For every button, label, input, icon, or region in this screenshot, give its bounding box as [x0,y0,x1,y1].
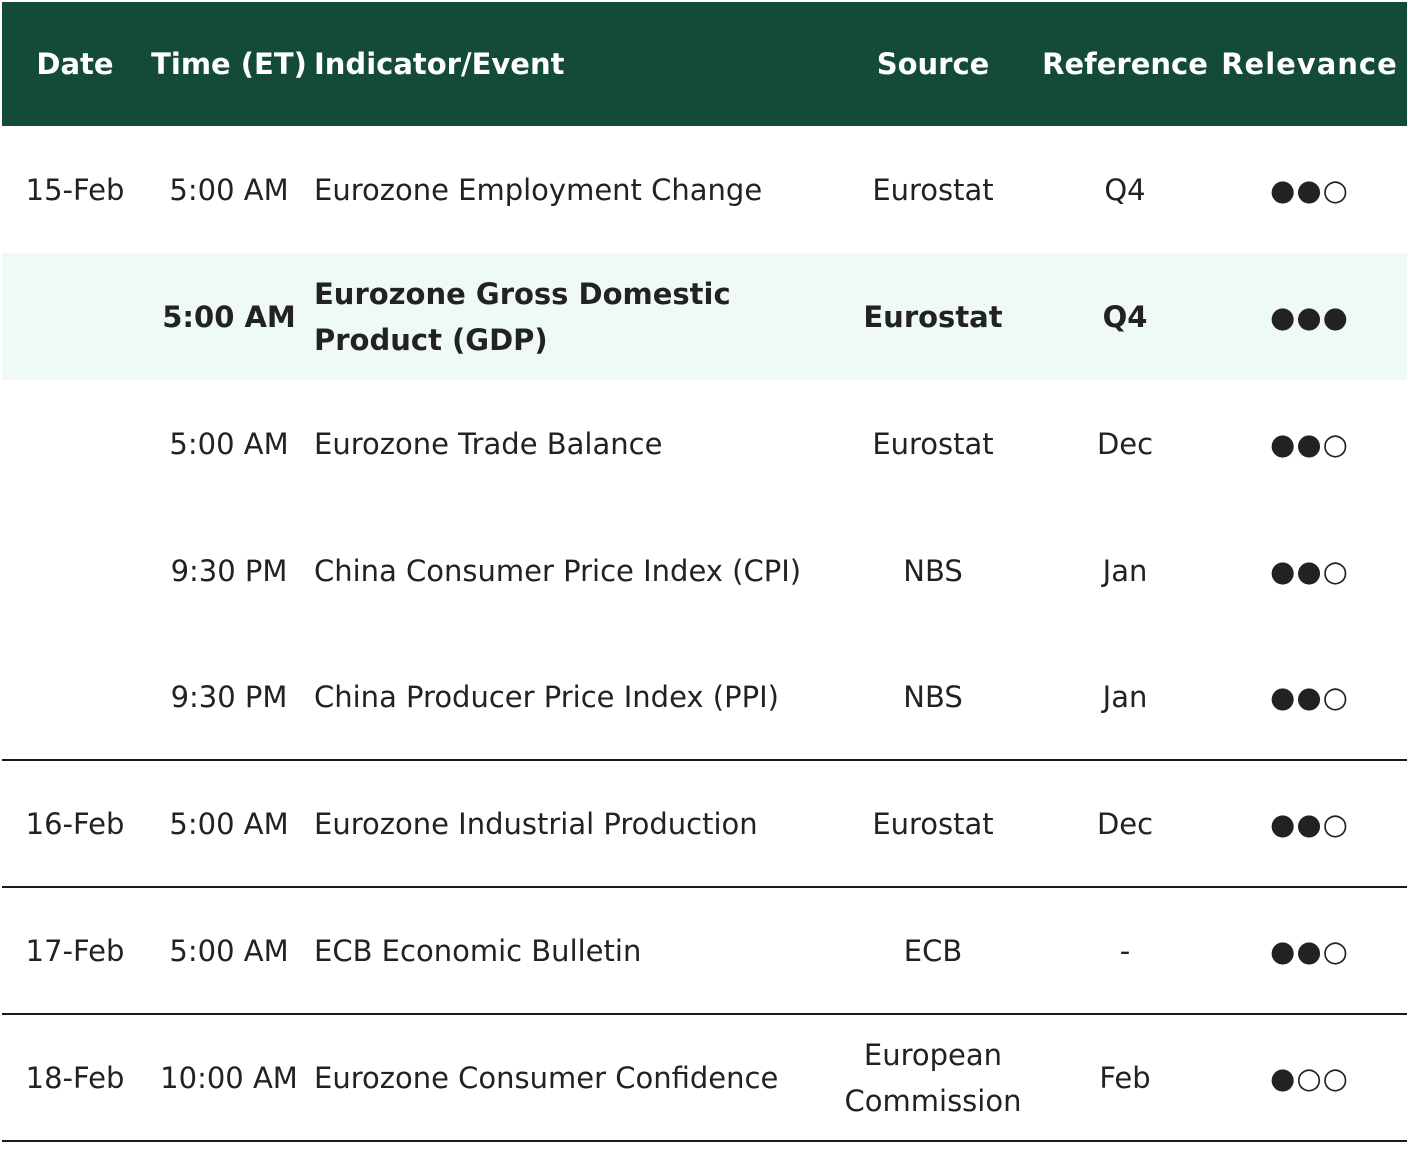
row-time: 5:00 AM [169,806,289,841]
table-row: 18-Feb 10:00 AM Eurozone Consumer Confid… [2,1015,1407,1142]
row-event: Eurozone Gross Domestic Product (GDP) [314,276,731,357]
header-time: Time (ET) [151,47,307,81]
row-relevance: ●○○ [1270,1060,1349,1095]
header-reference: Reference [1042,47,1208,81]
row-time: 5:00 AM [169,426,289,461]
row-event: China Consumer Price Index (CPI) [314,553,802,588]
row-event: Eurozone Trade Balance [314,426,663,461]
row-event: ECB Economic Bulletin [314,933,642,968]
row-time: 5:00 AM [169,933,289,968]
table-row: 16-Feb 5:00 AM Eurozone Industrial Produ… [2,761,1407,888]
row-date: 17-Feb [25,933,125,968]
header-date: Date [36,47,114,81]
row-source: NBS [903,679,963,714]
row-time: 9:30 PM [170,553,288,588]
row-relevance: ●●○ [1270,553,1349,588]
row-reference: - [1119,933,1131,968]
table-row: 17-Feb 5:00 AM ECB Economic Bulletin ECB… [2,888,1407,1015]
row-time: 10:00 AM [160,1060,298,1095]
table-row: 5:00 AM Eurozone Trade Balance Eurostat … [2,380,1407,507]
row-relevance: ●●○ [1270,679,1349,714]
header-source: Source [876,47,990,81]
row-relevance: ●●○ [1270,933,1349,968]
row-source: Eurostat [872,426,994,461]
table-header: Date Time (ET) Indicator/Event Source Re… [2,2,1407,126]
row-reference: Q4 [1102,299,1148,334]
row-source: NBS [903,553,963,588]
row-reference: Dec [1096,806,1154,841]
row-date: 15-Feb [25,172,125,207]
table-row: 9:30 PM China Producer Price Index (PPI)… [2,634,1407,761]
row-source: Eurostat [872,806,994,841]
row-source: Eurostat [872,172,994,207]
header-event: Indicator/Event [314,47,565,81]
row-event: Eurozone Consumer Confidence [314,1060,779,1095]
table-row: 9:30 PM China Consumer Price Index (CPI)… [2,507,1407,634]
row-reference: Jan [1102,553,1148,588]
row-time: 5:00 AM [169,172,289,207]
row-date: 18-Feb [25,1060,125,1095]
row-time: 9:30 PM [170,679,288,714]
row-event: Eurozone Employment Change [314,172,763,207]
row-relevance: ●●● [1270,299,1349,334]
row-event: China Producer Price Index (PPI) [314,679,779,714]
row-relevance: ●●○ [1270,172,1349,207]
row-source: Eurostat [863,299,1003,334]
row-reference: Q4 [1104,172,1146,207]
row-reference: Jan [1102,679,1148,714]
row-relevance: ●●○ [1270,426,1349,461]
economic-calendar-table: Date Time (ET) Indicator/Event Source Re… [2,2,1407,1142]
row-reference: Feb [1099,1060,1151,1095]
row-reference: Dec [1096,426,1154,461]
row-source: European Commission [844,1037,1022,1118]
row-relevance: ●●○ [1270,806,1349,841]
table-row: 15-Feb 5:00 AM Eurozone Employment Chang… [2,126,1407,253]
row-time: 5:00 AM [162,299,296,334]
row-source: ECB [903,933,963,968]
table-row-highlighted: 5:00 AM Eurozone Gross Domestic Product … [2,253,1407,380]
row-event: Eurozone Industrial Production [314,806,758,841]
row-date: 16-Feb [25,806,125,841]
header-relevance: Relevance [1221,47,1398,81]
